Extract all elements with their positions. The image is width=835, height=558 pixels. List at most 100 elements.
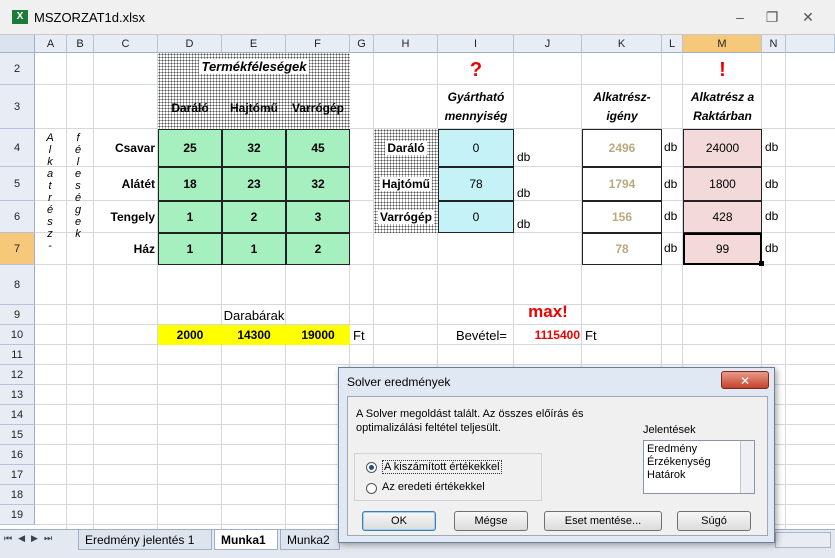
column-header-m[interactable]: M	[683, 35, 762, 53]
minimize-button[interactable]: –	[730, 8, 750, 26]
row-header-7[interactable]: 7	[0, 233, 35, 265]
row-header-9[interactable]: 9	[0, 305, 35, 325]
row-header-15[interactable]: 15	[0, 425, 35, 445]
in-stock-cell[interactable]: 24000	[683, 129, 762, 167]
close-button[interactable]: ✕	[798, 8, 818, 26]
revenue-label[interactable]: Bevétel=	[456, 328, 507, 343]
save-scenario-button[interactable]: Eset mentése...	[544, 511, 662, 531]
tab-munka1[interactable]: Munka1	[214, 530, 278, 550]
column-header-i[interactable]: I	[438, 35, 514, 53]
in-stock-header[interactable]: Alkatrész a Raktárban	[683, 87, 762, 127]
part-demand-cell[interactable]: 2496	[582, 129, 662, 167]
column-header-f[interactable]: F	[286, 35, 350, 53]
cancel-button[interactable]: Mégse	[454, 511, 528, 531]
column-header-b[interactable]: B	[67, 35, 94, 53]
matrix-cell[interactable]: 2	[286, 233, 350, 265]
horizontal-scrollbar[interactable]	[775, 532, 831, 548]
row-header-10[interactable]: 10	[0, 325, 35, 345]
report-option[interactable]: Határok	[647, 469, 751, 482]
radio-restore-original-label[interactable]: Az eredeti értékekkel	[382, 481, 485, 493]
matrix-cell[interactable]: 1	[158, 201, 222, 233]
row-header-16[interactable]: 16	[0, 445, 35, 465]
tab-munka2[interactable]: Munka2	[280, 530, 340, 550]
row-header-12[interactable]: 12	[0, 365, 35, 385]
product-header-hajtomu[interactable]: Hajtómű	[222, 97, 286, 119]
restore-button[interactable]: ❐	[762, 8, 782, 26]
row-header-4[interactable]: 4	[0, 129, 35, 167]
radio-keep-solver-values[interactable]	[366, 462, 377, 473]
next-sheet-icon[interactable]: ▶	[31, 533, 44, 543]
help-button[interactable]: Súgó	[677, 511, 751, 531]
row-header-19[interactable]: 19	[0, 505, 35, 525]
prod-label-daralo[interactable]: Daráló	[374, 129, 438, 167]
dialog-close-button[interactable]: ✕	[721, 371, 769, 389]
row-header-17[interactable]: 17	[0, 465, 35, 485]
unit-prices-label[interactable]: Darabárak	[158, 305, 350, 325]
row-header-14[interactable]: 14	[0, 405, 35, 425]
tab-navigation[interactable]: ⏮◀▶⏭	[4, 533, 58, 544]
column-header-j[interactable]: J	[514, 35, 582, 53]
column-header-a[interactable]: A	[35, 35, 67, 53]
column-header-n[interactable]: N	[762, 35, 786, 53]
radio-keep-solver-values-label[interactable]: A kiszámított értékekkel	[382, 460, 502, 474]
last-sheet-icon[interactable]: ⏭	[44, 533, 58, 543]
part-demand-cell[interactable]: 156	[582, 201, 662, 233]
tab-eredmeny-jelentes[interactable]: Eredmény jelentés 1	[78, 530, 212, 550]
part-label-alatet[interactable]: Alátét	[94, 167, 158, 201]
matrix-cell[interactable]: 1	[222, 233, 286, 265]
matrix-cell[interactable]: 32	[286, 167, 350, 201]
row-header-13[interactable]: 13	[0, 385, 35, 405]
row-header-6[interactable]: 6	[0, 201, 35, 233]
report-option[interactable]: Érzékenység	[647, 456, 751, 469]
part-label-csavar[interactable]: Csavar	[94, 129, 158, 167]
prod-label-hajtomu[interactable]: Hajtómű	[374, 167, 438, 201]
producible-quantity-cell[interactable]: 0	[438, 129, 514, 167]
report-option[interactable]: Eredmény	[647, 443, 751, 456]
column-header-k[interactable]: K	[582, 35, 662, 53]
product-header-varrogep[interactable]: Varrógép	[286, 97, 350, 119]
column-header-l[interactable]: L	[662, 35, 683, 53]
in-stock-cell[interactable]: 1800	[683, 167, 762, 201]
prod-label-varrogep[interactable]: Varrógép	[374, 201, 438, 233]
row-header-2[interactable]: 2	[0, 53, 35, 85]
matrix-cell[interactable]: 23	[222, 167, 286, 201]
matrix-cell[interactable]: 2	[222, 201, 286, 233]
select-all-corner[interactable]	[0, 35, 35, 53]
producible-quantity-cell[interactable]: 0	[438, 201, 514, 233]
in-stock-cell-selected[interactable]: 99	[683, 233, 762, 265]
part-demand-cell[interactable]: 78	[582, 233, 662, 265]
reports-listbox[interactable]: Eredmény Érzékenység Határok	[643, 440, 755, 494]
part-demand-cell[interactable]: 1794	[582, 167, 662, 201]
matrix-cell[interactable]: 18	[158, 167, 222, 201]
part-label-tengely[interactable]: Tengely	[94, 201, 158, 233]
revenue-value[interactable]: 1115400	[514, 325, 582, 345]
row-header-8[interactable]: 8	[0, 265, 35, 305]
product-header-daralo[interactable]: Daráló	[158, 97, 222, 119]
in-stock-cell[interactable]: 428	[683, 201, 762, 233]
radio-restore-original[interactable]	[366, 483, 377, 494]
matrix-cell[interactable]: 45	[286, 129, 350, 167]
unit-price-cell[interactable]: 2000	[158, 325, 222, 345]
row-header-11[interactable]: 11	[0, 345, 35, 365]
part-demand-header[interactable]: Alkatrész-igény	[582, 87, 662, 127]
fill-handle[interactable]	[759, 261, 764, 266]
row-header-18[interactable]: 18	[0, 485, 35, 505]
row-header-3[interactable]: 3	[0, 85, 35, 129]
reports-scrollbar[interactable]	[740, 441, 754, 493]
column-header-d[interactable]: D	[158, 35, 222, 53]
part-label-haz[interactable]: Ház	[94, 233, 158, 265]
prev-sheet-icon[interactable]: ◀	[18, 533, 31, 543]
matrix-cell[interactable]: 25	[158, 129, 222, 167]
unit-price-cell[interactable]: 19000	[286, 325, 350, 345]
matrix-cell[interactable]: 3	[286, 201, 350, 233]
producible-quantity-cell[interactable]: 78	[438, 167, 514, 201]
column-header-g[interactable]: G	[350, 35, 374, 53]
row-header-5[interactable]: 5	[0, 167, 35, 201]
producible-quantity-header[interactable]: Gyártható mennyiség	[438, 87, 514, 127]
matrix-cell[interactable]: 32	[222, 129, 286, 167]
ok-button[interactable]: OK	[362, 511, 436, 531]
column-header-c[interactable]: C	[94, 35, 158, 53]
column-header-e[interactable]: E	[222, 35, 286, 53]
matrix-cell[interactable]: 1	[158, 233, 222, 265]
unit-price-cell[interactable]: 14300	[222, 325, 286, 345]
